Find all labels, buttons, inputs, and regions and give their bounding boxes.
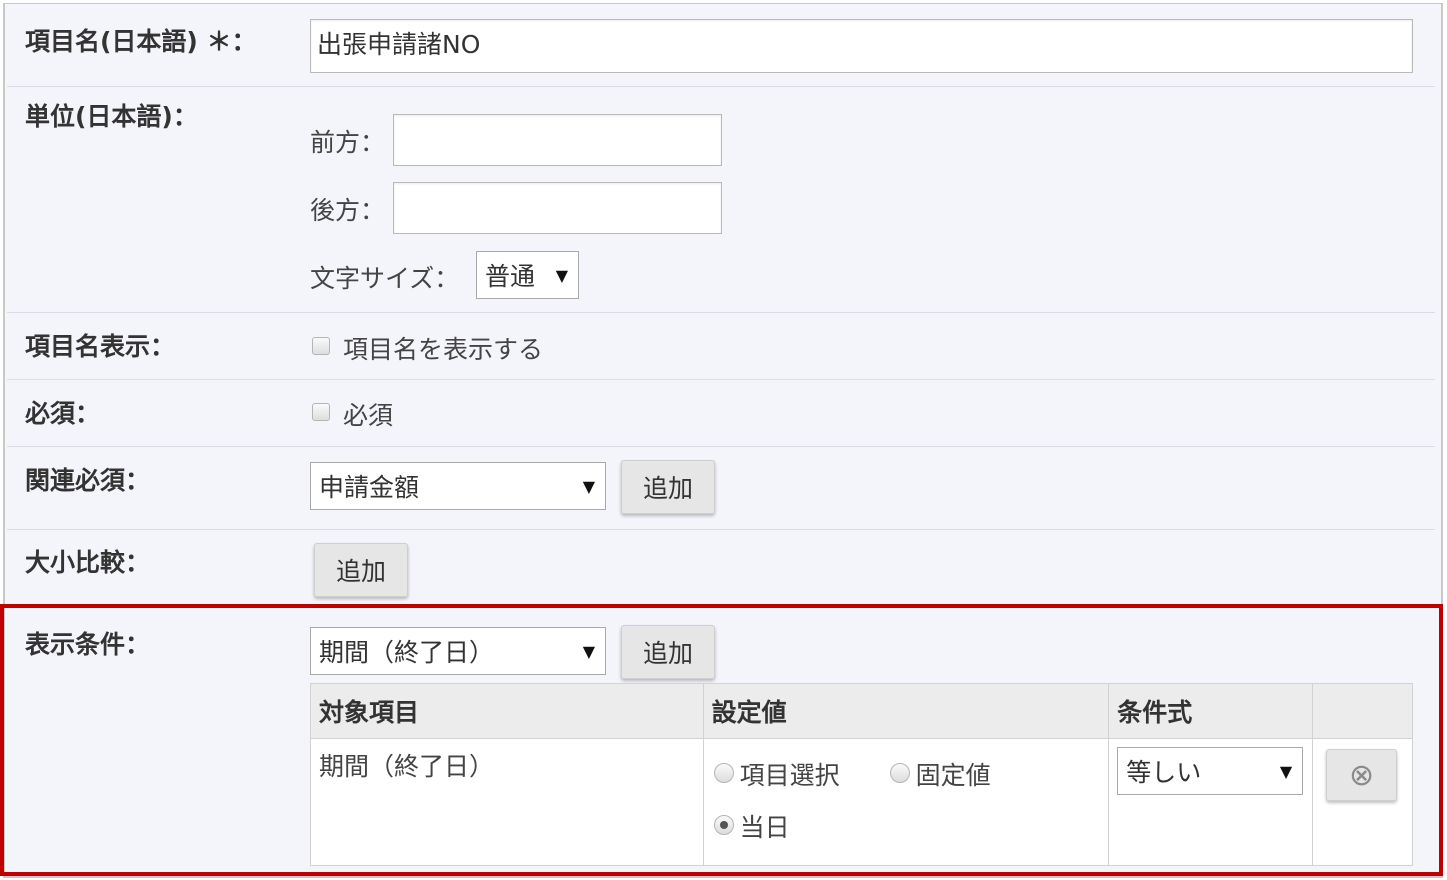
condition-table-header: 対象項目 設定値 条件式 [310,683,1413,739]
remove-condition-button[interactable]: ⊗ [1326,749,1398,801]
comparison-add-button[interactable]: 追加 [314,543,408,597]
row-show-item-name: 項目名表示： 項目名を表示する [7,313,1435,380]
cell-actions: ⊗ [1312,738,1413,866]
radio-fixed-value[interactable] [889,763,910,783]
header-setting-value: 設定値 [702,683,1110,739]
suffix-label: 後方： [310,196,386,225]
show-item-name-checkbox[interactable] [312,337,330,355]
required-checkbox-label: 必須 [343,401,394,430]
display-condition-value: 期間（終了日） [319,638,495,667]
target-value: 期間（終了日） [319,752,495,781]
display-condition-label: 表示条件： [25,630,151,659]
related-required-select[interactable]: 申請金額 ▼ [310,462,606,510]
related-required-value: 申請金額 [319,473,420,502]
header-actions [1312,683,1413,739]
comparison-label: 大小比較： [25,548,151,577]
chevron-down-icon: ▼ [1279,761,1293,781]
radio-today[interactable] [713,815,734,835]
row-unit: 単位(日本語)： 前方： 後方： 文字サイズ： 普通 ▼ [7,87,1435,313]
display-condition-add-button[interactable]: 追加 [621,625,715,679]
condition-select[interactable]: 等しい ▼ [1117,747,1304,795]
required-label: 必須： [25,399,101,428]
prefix-input[interactable] [393,114,722,166]
radio-fixed-value-label: 固定値 [915,761,991,790]
chevron-down-icon: ▼ [555,265,568,285]
condition-table: 対象項目 設定値 条件式 期間（終了日） 項目選択 固定値 当日 等しい ▼ ⊗ [310,683,1413,866]
condition-value: 等しい [1126,758,1202,787]
display-condition-select[interactable]: 期間（終了日） ▼ [310,627,606,675]
row-comparison: 大小比較： 追加 [7,530,1435,605]
show-item-name-label: 項目名表示： [25,332,176,361]
header-target: 対象項目 [310,683,704,739]
prefix-label: 前方： [310,128,386,157]
radio-item-select[interactable] [713,763,734,783]
font-size-label: 文字サイズ： [310,264,460,293]
cell-condition: 等しい ▼ [1108,738,1314,866]
chevron-down-icon: ▼ [582,476,595,496]
close-icon: ⊗ [1348,757,1375,793]
unit-label: 単位(日本語)： [25,102,198,131]
show-item-name-checkbox-label: 項目名を表示する [343,335,544,364]
row-required: 必須： 必須 [7,380,1435,447]
item-name-input[interactable]: 出張申請諸NO [310,19,1413,73]
header-condition: 条件式 [1108,683,1314,739]
table-row: 期間（終了日） 項目選択 固定値 当日 等しい ▼ ⊗ [310,738,1413,866]
radio-item-select-label: 項目選択 [739,761,840,790]
chevron-down-icon: ▼ [582,641,595,661]
cell-setting-value: 項目選択 固定値 当日 [702,738,1110,866]
required-checkbox[interactable] [312,403,330,421]
radio-today-label: 当日 [739,813,790,842]
cell-target: 期間（終了日） [310,738,704,866]
row-related-required: 関連必須： 申請金額 ▼ 追加 [7,447,1435,530]
related-required-label: 関連必須： [25,466,151,495]
font-size-select[interactable]: 普通 ▼ [476,251,579,299]
item-name-label: 項目名(日本語) ＊： [25,27,257,56]
font-size-value: 普通 [485,262,536,291]
row-item-name: 項目名(日本語) ＊： 出張申請諸NO [7,4,1435,87]
related-required-add-button[interactable]: 追加 [621,460,715,514]
suffix-input[interactable] [393,182,722,234]
